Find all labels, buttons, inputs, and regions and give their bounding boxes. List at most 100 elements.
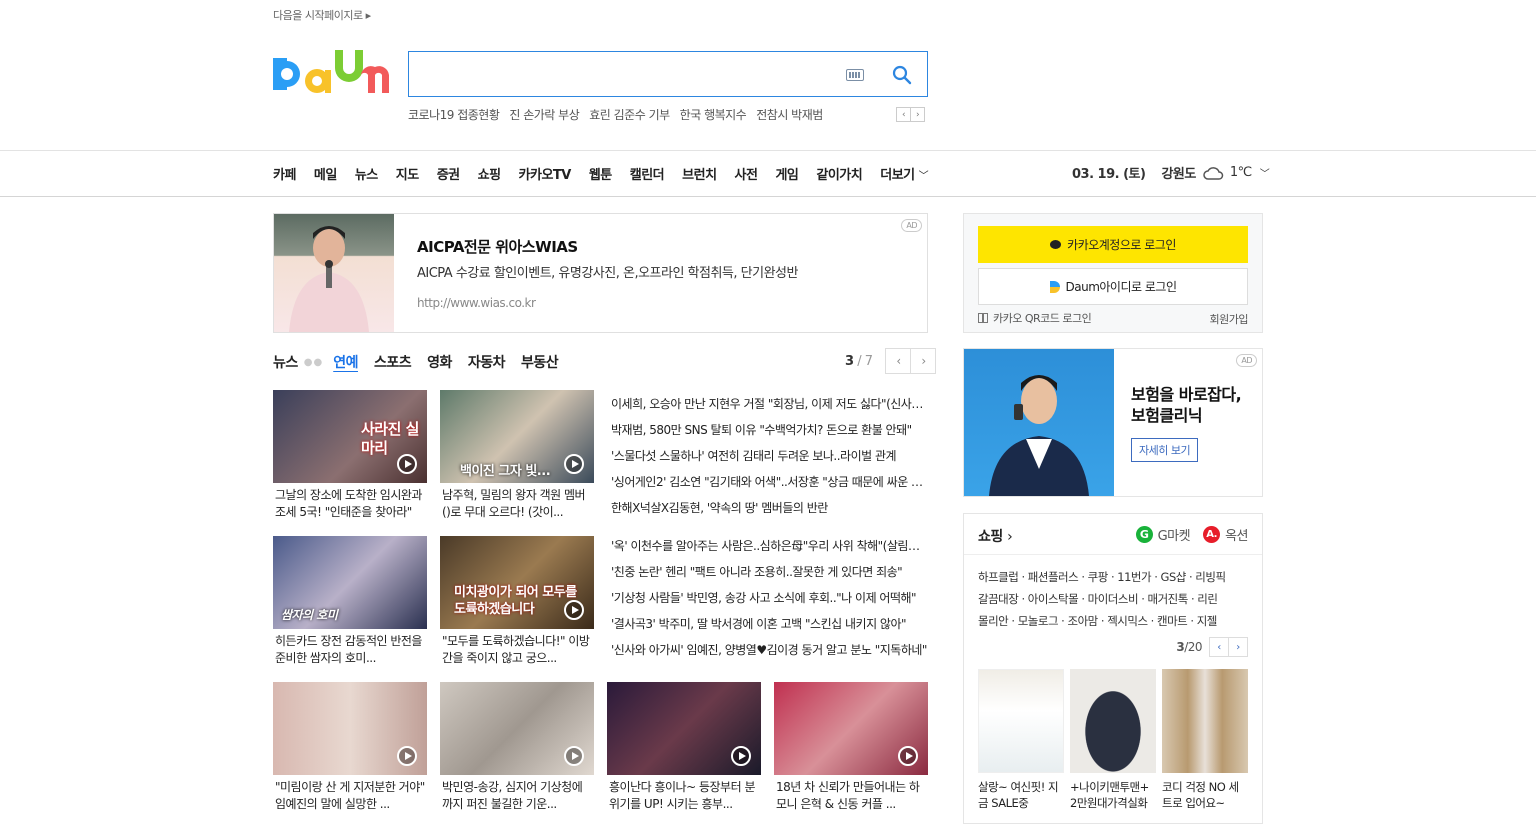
tab-news[interactable]: 뉴스	[273, 352, 298, 372]
news-headline[interactable]: 한해X넉살X김동현, '약속의 땅' 멤버들의 반란	[611, 495, 929, 521]
gnb-item-map[interactable]: 지도	[396, 164, 419, 183]
hot-keyword[interactable]: 진 손가락 부상	[509, 106, 579, 123]
news-headline[interactable]: '결사곡3' 박주미, 딸 박서경에 이혼 고백 "스킨십 내키지 않아"	[611, 611, 929, 637]
news-headline[interactable]: '친중 논란' 헨리 "팩트 아니라 조용히..잘못한 게 있다면 죄송"	[611, 559, 929, 585]
gnb-item-game[interactable]: 게임	[775, 164, 798, 183]
ad-description[interactable]: AICPA 수강료 할인이벤트, 유명강사진, 온,오프라인 학점취득, 단기완…	[417, 262, 798, 281]
news-thumb[interactable]: 쌈자의 호미 히든카드 장전 감동적인 반전을 준비한 쌈자의 호미...	[273, 536, 427, 667]
product-item[interactable]: 살랑~ 여신핏! 지금 SALE중	[978, 669, 1064, 811]
product-image[interactable]	[978, 669, 1064, 773]
news-thumb[interactable]: 18년 차 신뢰가 만들어내는 하모니 은혁 & 신동 커플 ...	[774, 682, 928, 813]
keyboard-icon[interactable]	[846, 69, 864, 81]
news-thumb-caption[interactable]: 그날의 장소에 도착한 임시완과 조세 5국! "인태준을 찾아라"	[273, 487, 427, 521]
news-thumb[interactable]: 미치광이가 되어 모두를 도륙하겠습니다 "모두를 도륙하겠습니다!" 이방간을…	[440, 536, 594, 667]
news-thumb-caption[interactable]: 18년 차 신뢰가 만들어내는 하모니 은혁 & 신동 커플 ...	[774, 779, 928, 813]
news-thumb-caption[interactable]: "모두를 도륙하겠습니다!" 이방간을 죽이지 않고 궁으...	[440, 633, 594, 667]
gnb-item-kakaotv[interactable]: 카카오TV	[519, 164, 572, 183]
gnb-item-news[interactable]: 뉴스	[355, 164, 378, 183]
daum-logo[interactable]	[273, 50, 389, 98]
shopping-title[interactable]: 쇼핑 ›	[978, 526, 1013, 546]
kakao-login-button[interactable]: 카카오계정으로 로그인	[978, 226, 1248, 263]
play-icon[interactable]	[564, 600, 584, 620]
news-headline[interactable]: '기상청 사람들' 박민영, 송강 사고 소식에 후회.."나 이제 어떡해"	[611, 585, 929, 611]
insurance-ad[interactable]: 보험을 바로잡다, 보험클리닉 자세히 보기 AD	[963, 348, 1263, 497]
insurance-ad-title[interactable]: 보험을 바로잡다, 보험클리닉	[1131, 384, 1251, 426]
news-thumb[interactable]: 흥이난다 흥이나~ 등장부터 분위기를 UP! 시키는 흥부...	[607, 682, 761, 813]
hot-keyword[interactable]: 한국 행복지수	[680, 106, 747, 123]
news-thumb-image[interactable]	[774, 682, 928, 775]
gnb-item-together[interactable]: 같이가치	[816, 164, 862, 183]
news-thumb-caption[interactable]: 박민영-송강, 심지어 기상청에까지 퍼진 불길한 기운...	[440, 779, 594, 813]
chevron-left-icon[interactable]: ‹	[1209, 637, 1229, 657]
join-link[interactable]: 회원가입	[1210, 311, 1249, 327]
ad-image[interactable]	[274, 214, 394, 332]
news-thumb-image[interactable]: 쌈자의 호미	[273, 536, 427, 629]
chevron-down-icon[interactable]: ﹀	[1260, 165, 1270, 180]
startpage-link[interactable]: 다음을 시작페이지로 ▸	[273, 7, 371, 23]
news-thumb-image[interactable]: 미치광이가 되어 모두를 도륙하겠습니다	[440, 536, 594, 629]
news-thumb-image[interactable]	[607, 682, 761, 775]
ad-url[interactable]: http://www.wias.co.kr	[417, 296, 536, 310]
hot-keyword[interactable]: 코로나19 접종현황	[408, 106, 500, 123]
ad-title[interactable]: AICPA전문 위아스WIAS	[417, 236, 578, 257]
play-icon[interactable]	[397, 454, 417, 474]
news-thumb[interactable]: "미림이랑 산 게 지저분한 거야" 임예진의 말에 실망한 ...	[273, 682, 427, 813]
product-caption[interactable]: 코디 걱정 NO 세트로 입어요~	[1162, 779, 1248, 811]
qr-login-link[interactable]: 카카오 QR코드 로그인	[978, 310, 1092, 326]
play-icon[interactable]	[397, 746, 417, 766]
chevron-right-icon[interactable]: ›	[1228, 637, 1248, 657]
shopping-link-row[interactable]: 하프클럽 · 패션플러스 · 쿠팡 · 11번가 · GS샵 · 리빙픽	[978, 566, 1253, 588]
shopping-link-row[interactable]: 몰리안 · 모놀로그 · 조아맘 · 젝시믹스 · 캔마트 · 지젤	[978, 610, 1253, 632]
hot-keyword[interactable]: 효린 김준수 기부	[589, 106, 670, 123]
news-thumb-image[interactable]	[273, 682, 427, 775]
chevron-right-icon[interactable]: ›	[910, 348, 937, 374]
product-image[interactable]	[1070, 669, 1156, 773]
news-headline[interactable]: 박재범, 580만 SNS 탈퇴 이유 "수백억가치? 돈으로 환불 안돼"	[611, 417, 929, 443]
news-thumb[interactable]: 박민영-송강, 심지어 기상청에까지 퍼진 불길한 기운...	[440, 682, 594, 813]
product-image[interactable]	[1162, 669, 1248, 773]
search-icon[interactable]	[892, 65, 912, 85]
insurance-ad-image[interactable]	[964, 349, 1114, 496]
news-thumb-caption[interactable]: "미림이랑 산 게 지저분한 거야" 임예진의 말에 실망한 ...	[273, 779, 427, 813]
hot-keyword[interactable]: 전참시 박재범	[756, 106, 823, 123]
play-icon[interactable]	[564, 454, 584, 474]
shopping-link-row[interactable]: 갈끔대장 · 아이스탁몰 · 마이더스비 · 매거진톡 · 리린	[978, 588, 1253, 610]
product-caption[interactable]: 살랑~ 여신핏! 지금 SALE중	[978, 779, 1064, 811]
news-headline[interactable]: '싱어게인2' 김소연 "김기태와 어색"..서장훈 "상금 때문에 싸운 거 …	[611, 469, 929, 495]
gnb-item-more[interactable]: 더보기 ﹀	[880, 164, 928, 183]
auction-icon[interactable]: A.	[1203, 526, 1221, 543]
chevron-left-icon[interactable]: ‹	[896, 107, 911, 122]
product-item[interactable]: 코디 걱정 NO 세트로 입어요~	[1162, 669, 1248, 811]
news-headline[interactable]: '스물다섯 스물하나' 여전히 김태리 두려운 보나..라이벌 관계	[611, 443, 929, 469]
play-icon[interactable]	[898, 746, 918, 766]
news-thumb[interactable]: 사라진 실마리 그날의 장소에 도착한 임시완과 조세 5국! "인태준을 찾아…	[273, 390, 427, 521]
tab-movie[interactable]: 영화	[427, 352, 452, 372]
gnb-item-shopping[interactable]: 쇼핑	[478, 164, 501, 183]
news-headline[interactable]: '옥' 이천수를 알아주는 사람은..심하은母"우리 사위 착해"(살림남2)	[611, 533, 929, 559]
play-icon[interactable]	[731, 746, 751, 766]
gnb-item-mail[interactable]: 메일	[314, 164, 337, 183]
news-headline[interactable]: 이세희, 오승아 만난 지현우 거절 "회장님, 이제 저도 싫다"(신사와 아…	[611, 391, 929, 417]
auction-link[interactable]: 옥션	[1225, 525, 1248, 544]
product-item[interactable]: +나이키맨투맨+ 2만원대가격실화	[1070, 669, 1156, 811]
insurance-detail-button[interactable]: 자세히 보기	[1131, 438, 1199, 462]
news-thumb-image[interactable]: 백이진 그자 빛...	[440, 390, 594, 483]
tab-entertainment[interactable]: 연예	[333, 352, 358, 372]
gnb-item-dictionary[interactable]: 사전	[735, 164, 758, 183]
chevron-right-icon[interactable]: ›	[910, 107, 925, 122]
gnb-item-calendar[interactable]: 캘린더	[630, 164, 665, 183]
gnb-item-cafe[interactable]: 카페	[273, 164, 296, 183]
news-thumb-caption[interactable]: 흥이난다 흥이나~ 등장부터 분위기를 UP! 시키는 흥부...	[607, 779, 761, 813]
news-thumb-image[interactable]: 사라진 실마리	[273, 390, 427, 483]
chevron-left-icon[interactable]: ‹	[885, 348, 912, 374]
product-caption[interactable]: +나이키맨투맨+ 2만원대가격실화	[1070, 779, 1156, 811]
gnb-item-webtoon[interactable]: 웹툰	[589, 164, 612, 183]
news-thumb-caption[interactable]: 히든카드 장전 감동적인 반전을 준비한 쌈자의 호미...	[273, 633, 427, 667]
tab-sports[interactable]: 스포츠	[374, 352, 412, 372]
news-thumb[interactable]: 백이진 그자 빛... 남주혁, 밀림의 왕자 객원 멤버()로 무대 오르다!…	[440, 390, 594, 521]
ad-banner[interactable]: AICPA전문 위아스WIAS AICPA 수강료 할인이벤트, 유명강사진, …	[273, 213, 928, 333]
gnb-item-brunch[interactable]: 브런치	[682, 164, 717, 183]
tab-car[interactable]: 자동차	[468, 352, 506, 372]
play-icon[interactable]	[564, 746, 584, 766]
region-text[interactable]: 강원도	[1161, 163, 1196, 182]
